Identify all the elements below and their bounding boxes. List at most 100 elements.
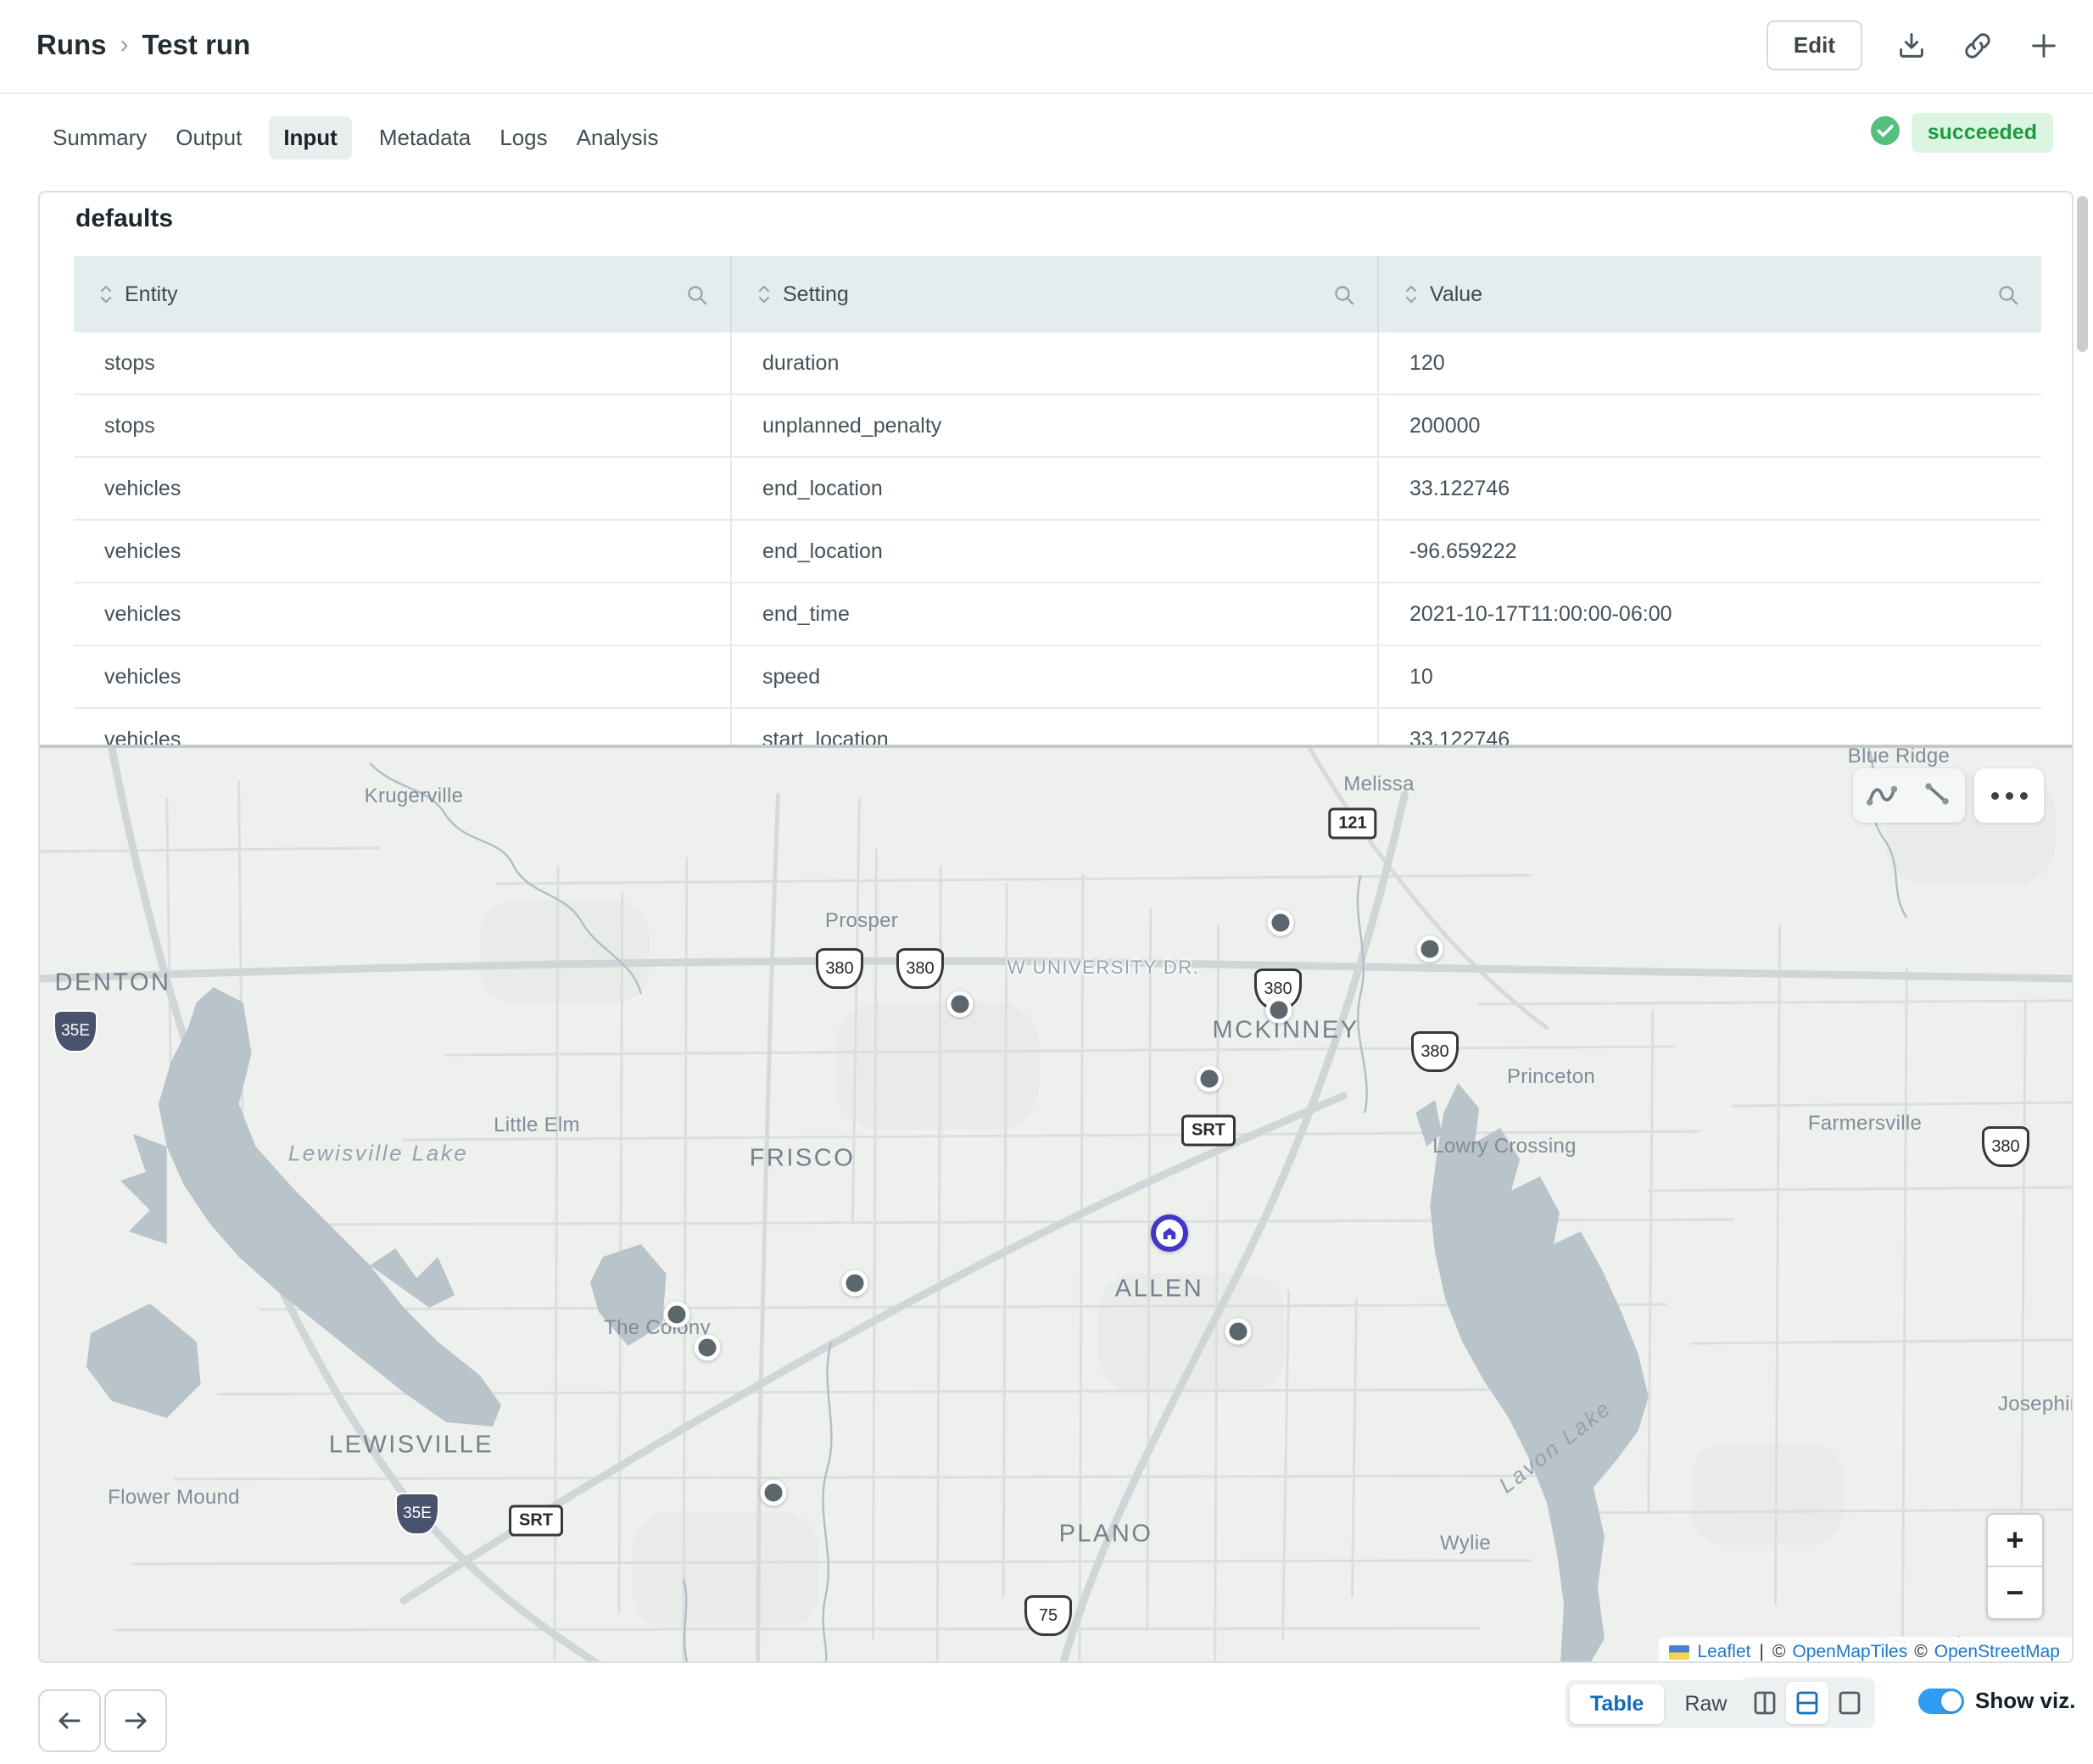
value-cell: 120	[1379, 332, 2041, 394]
sort-icon[interactable]	[757, 283, 771, 305]
route-shield: 380	[1982, 1126, 2029, 1167]
breadcrumb-current: Test run	[142, 29, 251, 61]
attribution-part[interactable]: Leaflet	[1697, 1642, 1750, 1662]
setting-cell: duration	[732, 332, 1379, 394]
map-label: Melissa	[1343, 773, 1414, 796]
breadcrumb: Runs › Test run	[36, 29, 250, 61]
tab[interactable]: Analysis	[575, 116, 661, 159]
table-row[interactable]: vehicles speed 10	[74, 646, 2041, 709]
success-check-icon	[1870, 115, 1900, 150]
straight-line-icon[interactable]	[1919, 777, 1955, 815]
table-row[interactable]: stops duration 120	[74, 332, 2041, 395]
tab[interactable]: Output	[174, 116, 243, 159]
map[interactable]: KrugervilleMelissaBlue RidgeProsperW UNI…	[40, 745, 2072, 1663]
add-icon[interactable]	[2027, 29, 2061, 63]
value-cell: 33.122746	[1379, 458, 2041, 519]
map-label: Princeton	[1507, 1065, 1595, 1089]
search-icon[interactable]	[1997, 284, 2019, 312]
home-icon	[1162, 1225, 1177, 1241]
view-mode-button[interactable]: Raw	[1664, 1684, 1747, 1724]
layout-switcher	[1739, 1677, 1875, 1728]
table-scrollbar[interactable]	[2077, 196, 2088, 352]
stop-marker[interactable]	[947, 991, 974, 1018]
stop-marker[interactable]	[1268, 910, 1294, 936]
map-more-button[interactable]	[1974, 768, 2044, 823]
single-layout-icon	[1836, 1689, 1863, 1717]
search-icon[interactable]	[1333, 284, 1355, 312]
map-label: PLANO	[1059, 1521, 1153, 1549]
entity-cell: vehicles	[74, 458, 732, 519]
value-cell: 2021-10-17T11:00:00-06:00	[1379, 583, 2041, 645]
sort-icon[interactable]	[99, 283, 113, 305]
depot-home-marker[interactable]	[1151, 1214, 1188, 1252]
attribution-part[interactable]: OpenStreetMap	[1934, 1642, 2060, 1662]
route-path-icon[interactable]	[1863, 777, 1899, 815]
value-cell: -96.659222	[1379, 521, 2041, 582]
tab[interactable]: Metadata	[377, 116, 472, 159]
arrow-right-icon	[121, 1706, 150, 1735]
show-viz-toggle[interactable]	[1918, 1689, 1964, 1714]
table-row[interactable]: vehicles end_location -96.659222	[74, 521, 2041, 583]
column-header[interactable]: Entity	[74, 256, 732, 332]
attribution-part[interactable]: OpenMapTiles	[1792, 1642, 1907, 1662]
column-header[interactable]: Value	[1379, 256, 2041, 332]
edit-button[interactable]: Edit	[1766, 20, 1862, 70]
map-label: Prosper	[825, 909, 898, 933]
table-row[interactable]: stops unplanned_penalty 200000	[74, 395, 2041, 458]
column-header[interactable]: Setting	[732, 256, 1379, 332]
prev-button[interactable]	[38, 1689, 101, 1752]
rows-layout-icon	[1794, 1689, 1821, 1717]
stop-marker[interactable]	[761, 1480, 787, 1506]
setting-cell: end_location	[732, 458, 1379, 519]
view-mode-button[interactable]: Table	[1570, 1684, 1664, 1724]
setting-cell: end_time	[732, 583, 1379, 645]
entity-cell: stops	[74, 332, 732, 394]
table-row[interactable]: vehicles end_time 2021-10-17T11:00:00-06…	[74, 583, 2041, 646]
tab[interactable]: Summary	[51, 116, 148, 159]
stop-marker[interactable]	[1197, 1066, 1223, 1092]
defaults-table: Entity Sett	[74, 256, 2041, 772]
map-label: W UNIVERSITY DR.	[1007, 957, 1200, 979]
map-label: Krugerville	[365, 784, 464, 808]
map-zoom-control: + −	[1986, 1513, 2044, 1620]
map-label: Lewisville Lake	[288, 1141, 468, 1167]
stop-marker[interactable]	[695, 1335, 721, 1361]
table-row[interactable]: vehicles end_location 33.122746	[74, 458, 2041, 521]
zoom-out-button[interactable]: −	[1988, 1567, 2042, 1618]
stop-marker[interactable]	[1417, 936, 1443, 963]
stop-marker[interactable]	[1225, 1319, 1252, 1345]
stop-marker[interactable]	[664, 1302, 690, 1328]
search-icon[interactable]	[686, 284, 708, 312]
map-label: ALLEN	[1115, 1276, 1203, 1303]
map-label: Flower Mound	[108, 1486, 240, 1510]
value-cell: 10	[1379, 646, 2041, 707]
column-label: Value	[1430, 282, 1482, 307]
breadcrumb-runs[interactable]: Runs	[36, 29, 107, 61]
stop-marker[interactable]	[842, 1270, 868, 1297]
single-pane-button[interactable]	[1828, 1682, 1871, 1724]
tab[interactable]: Input	[269, 116, 352, 159]
map-label: Farmersville	[1808, 1112, 1922, 1136]
input-panel: defaults Entity	[38, 191, 2073, 1663]
stop-marker[interactable]	[1266, 997, 1292, 1024]
table-body: stops duration 120 stops unplanned_penal…	[74, 332, 2041, 772]
download-icon[interactable]	[1895, 29, 1928, 63]
map-label: LEWISVILLE	[329, 1432, 494, 1460]
section-title: defaults	[75, 204, 173, 233]
column-label: Setting	[783, 282, 849, 307]
setting-cell: speed	[732, 646, 1379, 707]
tab[interactable]: Logs	[498, 116, 549, 159]
link-icon[interactable]	[1961, 29, 1995, 63]
map-label: DENTON	[55, 969, 171, 997]
route-shield: 380	[816, 948, 863, 989]
attribution-part[interactable]: |	[1760, 1642, 1764, 1662]
attribution-part[interactable]: ©	[1914, 1642, 1927, 1662]
zoom-in-button[interactable]: +	[1988, 1515, 2042, 1567]
columns-layout-icon	[1751, 1689, 1778, 1717]
sort-icon[interactable]	[1404, 283, 1418, 305]
next-button[interactable]	[104, 1689, 167, 1752]
split-rows-button[interactable]	[1786, 1682, 1828, 1724]
attribution-part[interactable]: ©	[1772, 1642, 1785, 1662]
entity-cell: stops	[74, 395, 732, 456]
split-columns-button[interactable]	[1744, 1682, 1786, 1724]
